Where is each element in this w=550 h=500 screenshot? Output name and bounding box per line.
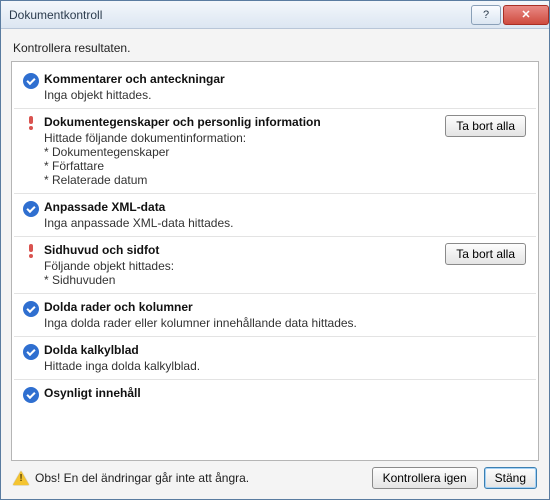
result-item: Kommentarer och anteckningar Inga objekt … [14,66,536,109]
result-message: Inga anpassade XML-data hittades. [44,216,440,230]
check-ok-icon [23,387,39,403]
result-item: Sidhuvud och sidfot Följande objekt hitta… [14,237,536,294]
result-status-icon-col [20,243,42,256]
result-message: Följande objekt hittades: [44,259,440,273]
result-body: Dolda kalkylblad Hittade inga dolda kalky… [42,343,440,373]
instruction-text: Kontrollera resultaten. [13,41,537,55]
reinspect-button[interactable]: Kontrollera igen [372,467,478,489]
result-title: Sidhuvud och sidfot [44,243,440,257]
check-ok-icon [23,73,39,89]
result-detail: * Författare [44,159,440,173]
dialog-window: Dokumentkontroll ? ✕ Kontrollera resulta… [0,0,550,500]
result-title: Dokumentegenskaper och personlig informa… [44,115,440,129]
result-title: Kommentarer och anteckningar [44,72,440,86]
results-panel: Kommentarer och anteckningar Inga objekt … [11,61,539,461]
result-detail: * Relaterade datum [44,173,440,187]
check-ok-icon [23,201,39,217]
result-message: Inga dolda rader eller kolumner innehåll… [44,316,440,330]
result-body: Osynligt innehåll [42,386,440,402]
result-body: Anpassade XML-data Inga anpassade XML-dat… [42,200,440,230]
footer-note: Obs! En del ändringar går inte att ångra… [13,471,366,485]
window-buttons: ? ✕ [469,5,549,25]
result-body: Kommentarer och anteckningar Inga objekt … [42,72,440,102]
result-title: Osynligt innehåll [44,386,440,400]
results-list[interactable]: Kommentarer och anteckningar Inga objekt … [12,62,538,460]
dialog-content: Kontrollera resultaten. Kommentarer och … [1,29,549,499]
exclamation-icon [29,244,33,256]
warning-triangle-icon [13,471,29,485]
check-ok-icon [23,301,39,317]
result-status-icon-col [20,343,42,360]
result-message: Hittade följande dokumentinformation: [44,131,440,145]
dialog-footer: Obs! En del ändringar går inte att ångra… [11,461,539,491]
result-status-icon-col [20,115,42,128]
result-message: Inga objekt hittades. [44,88,440,102]
result-detail: * Dokumentegenskaper [44,145,440,159]
result-detail: * Sidhuvuden [44,273,440,287]
result-title: Anpassade XML-data [44,200,440,214]
result-body: Sidhuvud och sidfot Följande objekt hitta… [42,243,440,287]
result-action-col: Ta bort alla [440,243,530,265]
check-ok-icon [23,344,39,360]
result-item: Dokumentegenskaper och personlig informa… [14,109,536,194]
result-body: Dokumentegenskaper och personlig informa… [42,115,440,187]
result-status-icon-col [20,200,42,217]
result-item: Dolda rader och kolumner Inga dolda rader… [14,294,536,337]
help-button[interactable]: ? [471,5,501,25]
result-body: Dolda rader och kolumner Inga dolda rader… [42,300,440,330]
result-title: Dolda kalkylblad [44,343,440,357]
result-status-icon-col [20,386,42,403]
remove-all-button[interactable]: Ta bort alla [445,115,526,137]
footer-buttons: Kontrollera igen Stäng [372,467,537,489]
result-item: Dolda kalkylblad Hittade inga dolda kalky… [14,337,536,380]
result-status-icon-col [20,300,42,317]
titlebar: Dokumentkontroll ? ✕ [1,1,549,29]
footer-note-text: Obs! En del ändringar går inte att ångra… [35,471,249,485]
result-item: Osynligt innehåll [14,380,536,409]
result-title: Dolda rader och kolumner [44,300,440,314]
close-button[interactable]: Stäng [484,467,537,489]
result-message: Hittade inga dolda kalkylblad. [44,359,440,373]
result-status-icon-col [20,72,42,89]
exclamation-icon [29,116,33,128]
result-action-col: Ta bort alla [440,115,530,137]
remove-all-button[interactable]: Ta bort alla [445,243,526,265]
window-title: Dokumentkontroll [9,8,469,22]
close-window-button[interactable]: ✕ [503,5,549,25]
result-item: Anpassade XML-data Inga anpassade XML-dat… [14,194,536,237]
